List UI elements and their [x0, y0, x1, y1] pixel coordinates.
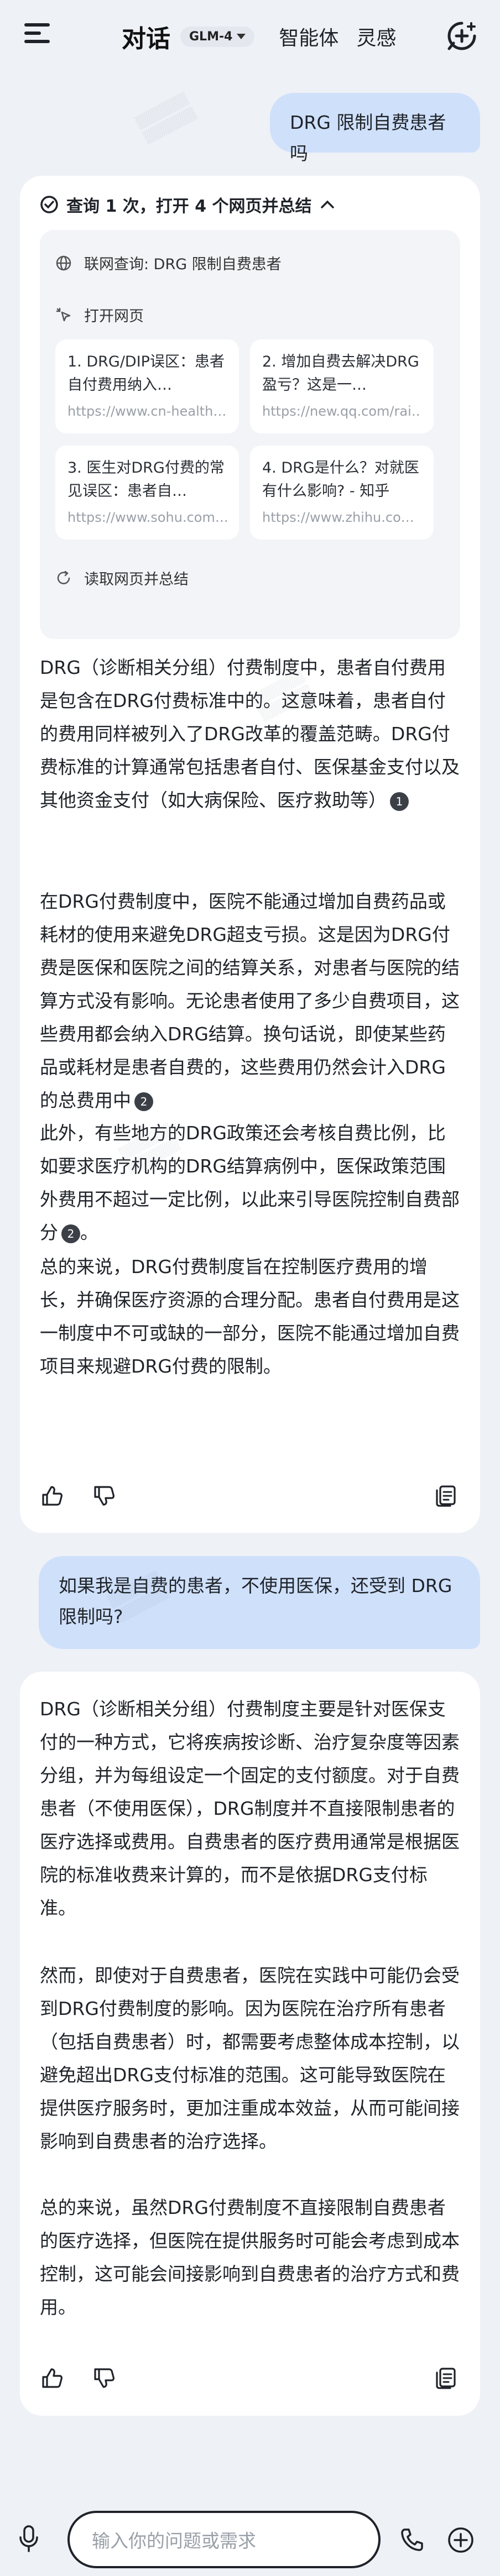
cursor-click-icon: [56, 307, 71, 321]
answer-text: 此外，有些地方的DRG政策还会考核自费比例，比如要求医疗机构的DRG结算病例中，…: [40, 1122, 460, 1243]
source-card-1[interactable]: 1. DRG/DIP误区：患者自付费用纳入… https://www.cn-he…: [55, 339, 239, 433]
open-pages-row: 打开网页: [55, 304, 144, 326]
top-bar: 对话 GLM-4 智能体 灵感: [0, 0, 500, 72]
source-title: 1. DRG/DIP误区：患者自付费用纳入…: [67, 353, 225, 394]
citation-badge[interactable]: 2: [61, 1224, 80, 1243]
source-card-4[interactable]: 4. DRG是什么？对就医有什么影响? - 知乎 https://www.zhi…: [250, 446, 434, 540]
answer-text: 在DRG付费制度中，医院不能通过增加自费药品或耗材的使用来避免DRG超支亏损。这…: [40, 891, 460, 1111]
thumbs-up-icon[interactable]: [40, 1484, 64, 1508]
tab-inspiration[interactable]: 灵感: [356, 22, 396, 51]
thumbs-down-icon[interactable]: [92, 2366, 116, 2390]
model-label: GLM-4: [189, 29, 233, 44]
tab-agents[interactable]: 智能体: [279, 22, 338, 51]
copy-icon[interactable]: [434, 2366, 458, 2390]
answer-text: DRG（诊断相关分组）付费制度主要是针对医保支付的一种方式，它将疾病按诊断、治疗…: [40, 1698, 460, 1919]
answer-paragraph: 此外，有些地方的DRG政策还会考核自费比例，比如要求医疗机构的DRG结算病例中，…: [40, 1117, 460, 1249]
answer-paragraph: 在DRG付费制度中，医院不能通过增加自费药品或耗材的使用来避免DRG超支亏损。这…: [40, 885, 460, 1117]
answer-text: 总的来说，DRG付费制度旨在控制医疗费用的增长，并确保医疗资源的合理分配。患者自…: [40, 1256, 460, 1377]
phone-icon[interactable]: [399, 2527, 425, 2553]
menu-icon[interactable]: [24, 22, 50, 44]
copy-icon[interactable]: [434, 1484, 458, 1508]
answer-paragraph: 总的来说，虽然DRG付费制度不直接限制自费患者的医疗选择，但医院在提供服务时可能…: [40, 2191, 460, 2324]
thumbs-down-icon[interactable]: [92, 1484, 116, 1508]
source-card-2[interactable]: 2. 增加自费去解决DRG盈亏？这是一… https://new.qq.com/…: [250, 339, 434, 433]
chevron-down-icon: [237, 34, 246, 39]
search-details: 联网查询: DRG 限制自费患者 打开网页 1. DRG/DIP误区：患者自付费…: [40, 230, 460, 639]
refresh-icon: [57, 570, 70, 584]
thumbs-up-icon[interactable]: [40, 2366, 64, 2390]
message-actions: [40, 2363, 460, 2396]
web-query-row: 联网查询: DRG 限制自费患者: [55, 252, 282, 274]
source-url: https://www.sohu.com…: [67, 510, 227, 525]
source-url: https://www.cn-health…: [67, 404, 227, 419]
user-message-text: DRG 限制自费患者吗: [290, 112, 446, 164]
open-pages-label: 打开网页: [84, 308, 144, 325]
source-url: https://www.zhihu.co…: [262, 510, 414, 525]
answer-text: 总的来说，虽然DRG付费制度不直接限制自费患者的医疗选择，但医院在提供服务时可能…: [40, 2197, 460, 2318]
page-title: 对话: [122, 25, 170, 53]
assistant-message-2: DRG（诊断相关分组）付费制度主要是针对医保支付的一种方式，它将疾病按诊断、治疗…: [20, 1672, 480, 2416]
user-message-2: 如果我是自费的患者，不使用医保，还受到 DRG 限制吗?: [39, 1556, 480, 1649]
source-title: 3. 医生对DRG付费的常见误区：患者自…: [67, 459, 225, 500]
answer-text: 。: [80, 1222, 98, 1243]
answer-text: 然而，即使对于自费患者，医院在实践中可能仍会受到DRG付费制度的影响。因为医院在…: [40, 1965, 460, 2152]
check-circle-icon: [40, 196, 58, 213]
citation-badge[interactable]: 1: [390, 792, 409, 811]
chevron-up-icon: [320, 200, 334, 208]
globe-icon: [56, 255, 71, 270]
chat-input-placeholder: 输入你的问题或需求: [92, 2530, 256, 2552]
answer-paragraph: 总的来说，DRG付费制度旨在控制医疗费用的增长，并确保医疗资源的合理分配。患者自…: [40, 1250, 460, 1383]
answer-text: DRG（诊断相关分组）付费制度中，患者自付费用是包含在DRG付费标准中的。这意味…: [40, 657, 460, 811]
message-actions: [40, 1480, 460, 1514]
composer: 输入你的问题或需求: [0, 2499, 500, 2576]
citation-badge[interactable]: 2: [134, 1092, 153, 1111]
assistant-message-1: 查询 1 次，打开 4 个网页并总结 联网查询: DRG 限制自费患者 打开网页…: [20, 176, 480, 1533]
add-attachment-icon[interactable]: [447, 2526, 475, 2554]
microphone-icon[interactable]: [19, 2525, 39, 2553]
new-chat-icon[interactable]: [447, 21, 477, 51]
watermark: ▒▒▒▒▒▒ ▒▒▒▒▒▒: [134, 92, 199, 145]
answer-paragraph: 然而，即使对于自费患者，医院在实践中可能仍会受到DRG付费制度的影响。因为医院在…: [40, 1959, 460, 2158]
chat-input[interactable]: 输入你的问题或需求: [67, 2511, 381, 2568]
source-url: https://new.qq.com/rai…: [262, 404, 421, 419]
source-card-3[interactable]: 3. 医生对DRG付费的常见误区：患者自… https://www.sohu.c…: [55, 446, 239, 540]
read-summary-label: 读取网页并总结: [84, 571, 189, 588]
answer-paragraph: DRG（诊断相关分组）付费制度中，患者自付费用是包含在DRG付费标准中的。这意味…: [40, 651, 460, 817]
source-title: 4. DRG是什么？对就医有什么影响? - 知乎: [262, 459, 419, 500]
search-summary-label: 查询 1 次，打开 4 个网页并总结: [66, 197, 312, 216]
answer-paragraph: DRG（诊断相关分组）付费制度主要是针对医保支付的一种方式，它将疾病按诊断、治疗…: [40, 1693, 460, 1925]
user-message-1: DRG 限制自费患者吗: [270, 93, 480, 164]
web-query-label: 联网查询: DRG 限制自费患者: [84, 256, 282, 273]
read-summary-row: 读取网页并总结: [55, 567, 189, 589]
source-title: 2. 增加自费去解决DRG盈亏？这是一…: [262, 353, 419, 394]
model-selector[interactable]: GLM-4: [180, 26, 255, 47]
search-summary-toggle[interactable]: 查询 1 次，打开 4 个网页并总结: [40, 192, 335, 217]
